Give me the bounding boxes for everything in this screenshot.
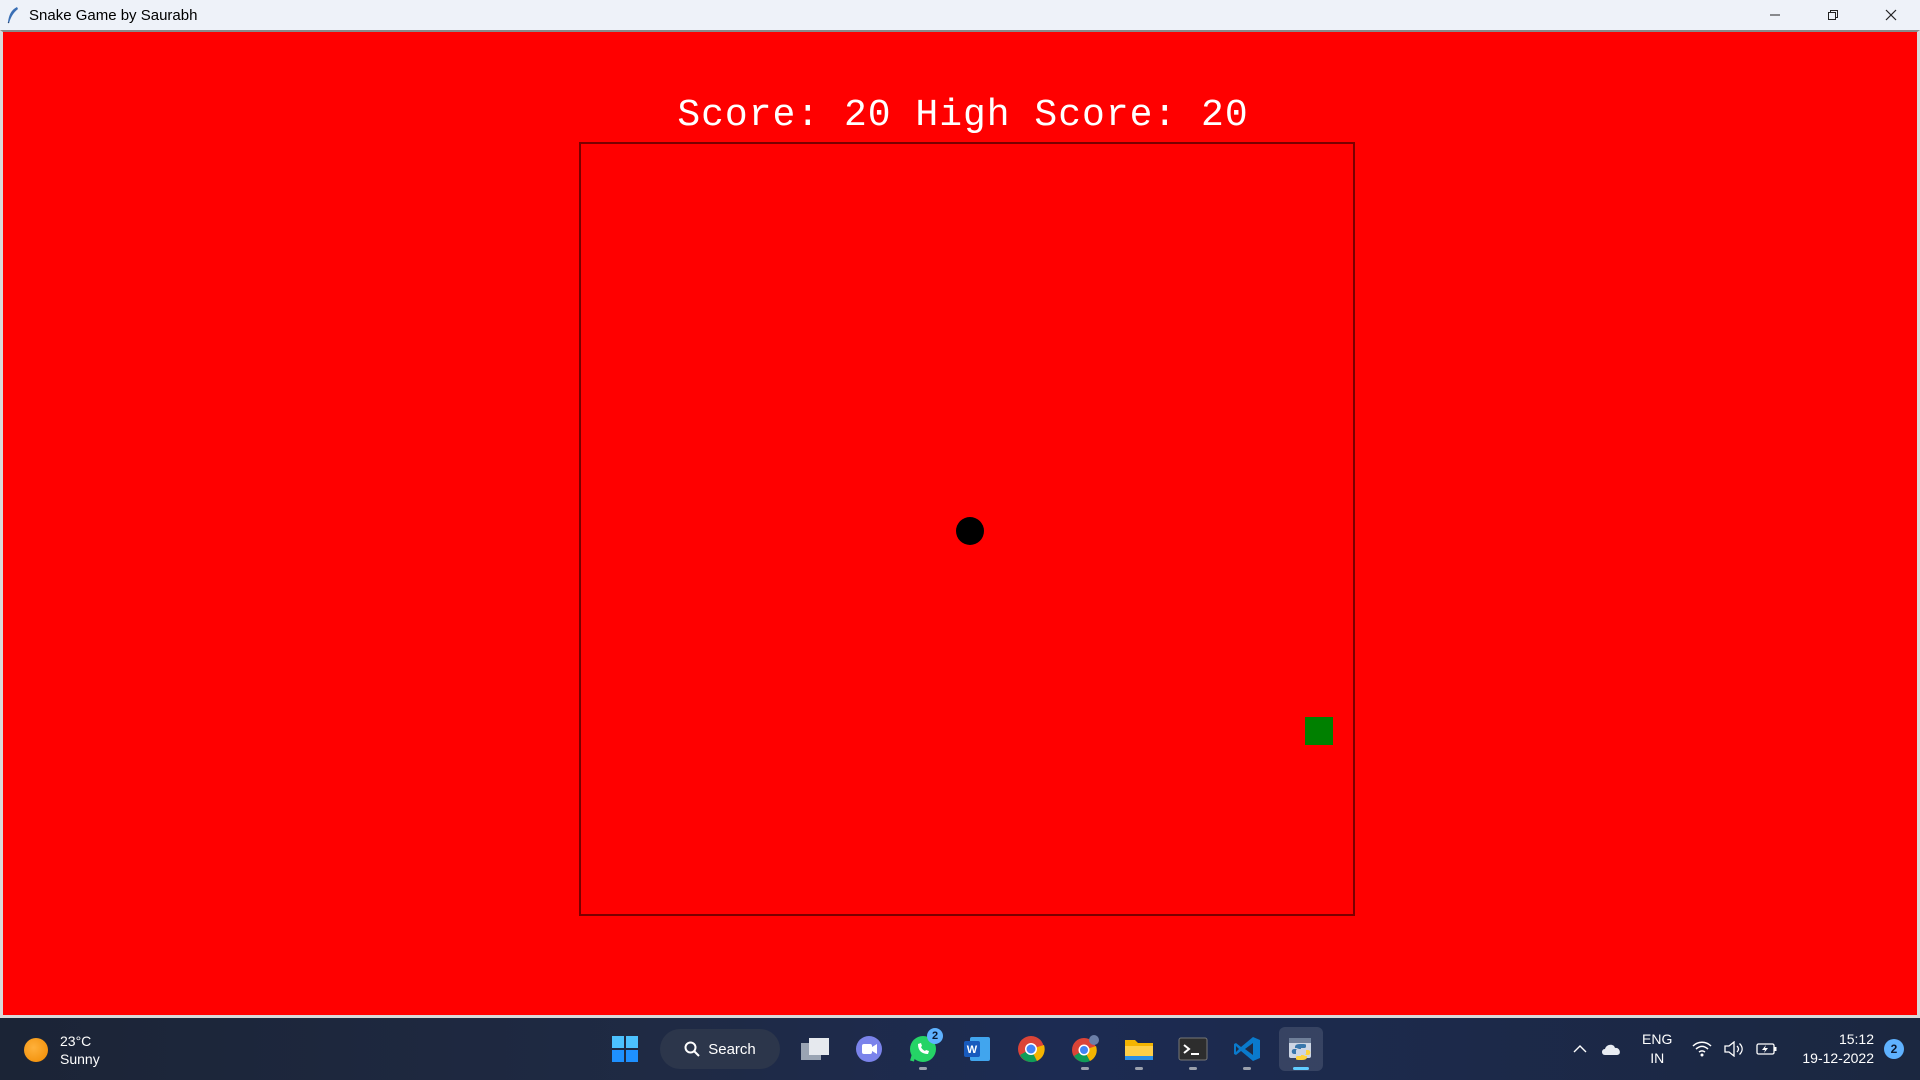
battery-charging-icon (1756, 1043, 1777, 1055)
window-controls (1746, 0, 1920, 30)
weather-temp: 23°C (60, 1033, 92, 1049)
language-indicator[interactable]: ENG IN (1642, 1030, 1672, 1068)
running-indicator (919, 1067, 927, 1070)
python-icon (1289, 1038, 1311, 1060)
task-view-icon (801, 1038, 829, 1060)
running-indicator (1081, 1067, 1089, 1070)
scoreboard: Score: 20 High Score: 20 (3, 94, 1920, 137)
minimize-button[interactable] (1746, 0, 1804, 30)
chrome-button[interactable] (1009, 1027, 1053, 1071)
high-score-value: 20 (1201, 94, 1249, 137)
search-label: Search (708, 1040, 756, 1058)
start-button[interactable] (603, 1027, 647, 1071)
chrome-icon (1018, 1036, 1045, 1063)
show-hidden-icons-button[interactable] (1572, 1044, 1588, 1054)
volume-button[interactable] (1724, 1041, 1744, 1057)
close-button[interactable] (1862, 0, 1920, 30)
task-view-button[interactable] (793, 1027, 837, 1071)
battery-button[interactable] (1756, 1042, 1778, 1056)
running-indicator (1135, 1067, 1143, 1070)
taskbar: 23°C Sunny Search 2 W ENG IN 15:12 19-12… (0, 1018, 1920, 1080)
game-canvas[interactable]: Score: 20 High Score: 20 (0, 30, 1920, 1018)
vscode-icon (1234, 1037, 1260, 1061)
close-icon (1885, 9, 1897, 21)
chrome-profile-icon (1072, 1035, 1099, 1063)
food-item (1305, 717, 1333, 745)
vscode-button[interactable] (1225, 1027, 1269, 1071)
teams-chat-button[interactable] (847, 1027, 891, 1071)
running-indicator (1293, 1067, 1309, 1070)
high-score-label: High Score: (915, 94, 1178, 137)
onedrive-button[interactable] (1600, 1042, 1622, 1056)
restore-button[interactable] (1804, 0, 1862, 30)
clock-date: 19-12-2022 (1802, 1050, 1874, 1066)
wifi-icon (1692, 1041, 1712, 1057)
taskbar-search[interactable]: Search (660, 1029, 780, 1069)
window-titlebar[interactable]: Snake Game by Saurabh (0, 0, 1920, 30)
running-indicator (1243, 1067, 1251, 1070)
language-line2: IN (1650, 1050, 1665, 1066)
language-line1: ENG (1642, 1031, 1673, 1047)
score-value: 20 (843, 94, 892, 137)
word-icon: W (964, 1037, 990, 1061)
clock[interactable]: 15:12 19-12-2022 (1802, 1030, 1874, 1068)
clock-time: 15:12 (1838, 1031, 1874, 1047)
feather-icon (7, 7, 18, 24)
minimize-icon (1770, 14, 1780, 16)
running-indicator (1189, 1067, 1197, 1070)
search-icon (684, 1041, 700, 1057)
speaker-icon (1724, 1041, 1744, 1057)
word-button[interactable]: W (955, 1027, 999, 1071)
svg-text:W: W (967, 1044, 978, 1056)
snake-head (956, 517, 984, 545)
file-explorer-button[interactable] (1117, 1027, 1161, 1071)
sun-icon (24, 1038, 48, 1062)
network-button[interactable] (1692, 1041, 1712, 1057)
whatsapp-badge: 2 (927, 1028, 943, 1044)
score-label: Score: (677, 94, 821, 137)
teams-chat-icon (856, 1036, 882, 1062)
notification-badge[interactable]: 2 (1884, 1039, 1904, 1059)
playfield-border (579, 142, 1355, 916)
terminal-button[interactable] (1171, 1027, 1215, 1071)
terminal-icon (1178, 1037, 1208, 1061)
taskbar-apps: Search 2 W (598, 1018, 1328, 1080)
window-title: Snake Game by Saurabh (29, 6, 198, 24)
system-tray: ENG IN 15:12 19-12-2022 2 (1566, 1018, 1920, 1080)
file-explorer-icon (1125, 1040, 1153, 1060)
chrome-profile-button[interactable] (1063, 1027, 1107, 1071)
chevron-up-icon (1573, 1045, 1587, 1053)
whatsapp-button[interactable]: 2 (901, 1027, 945, 1071)
python-button[interactable] (1279, 1027, 1323, 1071)
cloud-icon (1602, 1044, 1620, 1055)
restore-icon (1828, 10, 1838, 20)
weather-widget[interactable]: 23°C Sunny (24, 1032, 100, 1068)
weather-condition: Sunny (60, 1051, 100, 1067)
start-icon (612, 1036, 638, 1062)
